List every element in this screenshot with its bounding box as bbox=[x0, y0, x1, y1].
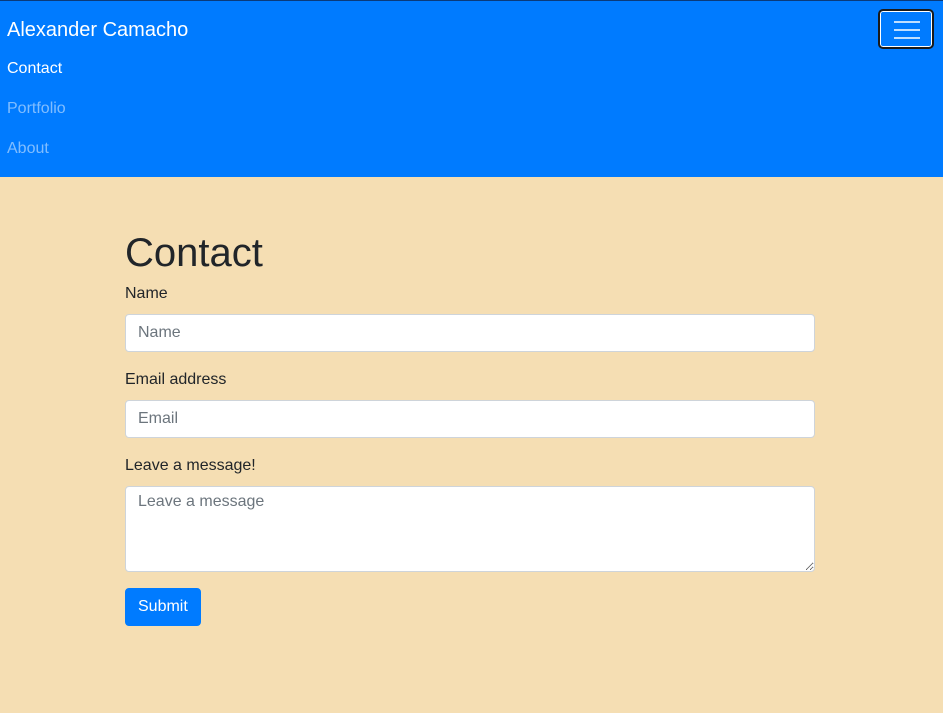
nav-item-contact: Contact bbox=[7, 57, 66, 97]
email-label: Email address bbox=[125, 371, 227, 388]
message-label: Leave a message! bbox=[125, 457, 256, 474]
navbar-toggler-button[interactable] bbox=[878, 9, 934, 49]
name-label: Name bbox=[125, 285, 168, 302]
name-input[interactable] bbox=[125, 314, 815, 352]
contact-form: Name Email address Leave a message! Subm… bbox=[125, 282, 815, 626]
name-group: Name bbox=[125, 282, 815, 352]
email-input[interactable] bbox=[125, 400, 815, 438]
message-textarea[interactable] bbox=[125, 486, 815, 572]
nav-item-portfolio: Portfolio bbox=[7, 97, 66, 137]
nav-link-portfolio[interactable]: Portfolio bbox=[7, 100, 66, 117]
nav-link-contact[interactable]: Contact bbox=[7, 60, 62, 77]
nav-item-about: About bbox=[7, 137, 66, 177]
navbar: Alexander Camacho Contact Portfolio Abou… bbox=[0, 0, 943, 177]
main-content: Contact Name Email address Leave a messa… bbox=[125, 227, 815, 626]
submit-button[interactable]: Submit bbox=[125, 588, 201, 626]
message-group: Leave a message! bbox=[125, 454, 815, 572]
navbar-brand[interactable]: Alexander Camacho bbox=[7, 18, 188, 42]
nav-links: Contact Portfolio About bbox=[7, 57, 66, 177]
email-group: Email address bbox=[125, 368, 815, 438]
nav-link-about[interactable]: About bbox=[7, 140, 49, 157]
submit-row: Submit bbox=[125, 588, 815, 626]
page-title: Contact bbox=[125, 231, 263, 275]
